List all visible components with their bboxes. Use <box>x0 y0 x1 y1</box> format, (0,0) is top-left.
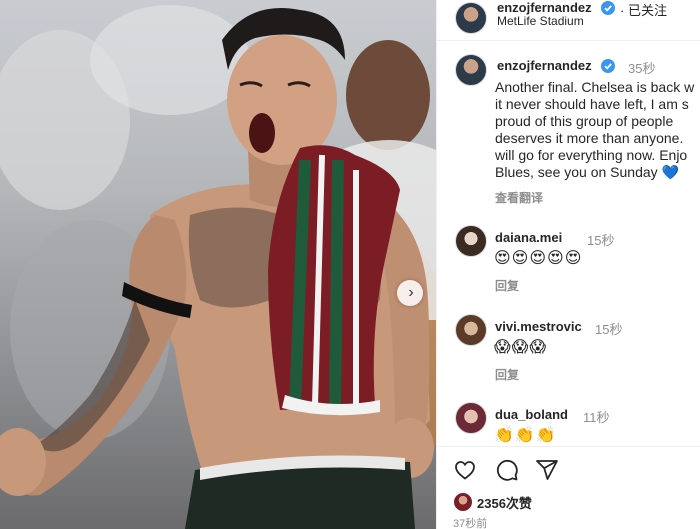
comment-username[interactable]: daiana.mei <box>495 230 562 245</box>
comment-text: 👏👏👏 <box>494 427 557 444</box>
comment-item: vivi.mestrovic 15秒 😱😱😱 回复 <box>437 314 700 384</box>
caption-line: will go for everything now. Enjo <box>495 147 688 163</box>
post-header: enzojfernandez · 已关注 MetLife Stadium <box>437 0 700 41</box>
comment-icon[interactable] <box>495 458 519 482</box>
comment-time: 15秒 <box>595 322 623 337</box>
caption-line: Blues, see you on Sunday <box>495 164 658 180</box>
reply-button[interactable]: 回复 <box>495 366 519 383</box>
comment-text: 😍😍😍😍😍 <box>494 250 583 267</box>
author-avatar[interactable] <box>455 2 487 34</box>
chevron-right-icon: › <box>408 284 414 301</box>
caption-line: proud of this group of people <box>495 113 674 129</box>
liker-avatar <box>453 492 473 512</box>
heart-icon[interactable] <box>453 458 477 482</box>
verified-badge-icon <box>601 1 615 15</box>
caption-line-last: Blues, see you on Sunday 💙 <box>495 164 700 181</box>
follow-status[interactable]: · 已关注 <box>620 0 667 19</box>
commenter-avatar[interactable] <box>455 314 487 346</box>
reply-button[interactable]: 回复 <box>495 277 519 294</box>
post-time-ago: 37秒前 <box>453 518 488 529</box>
caption-username[interactable]: enzojfernandez <box>497 58 592 73</box>
blue-heart-emoji: 💙 <box>661 164 679 180</box>
caption-text: Another final. Chelsea is back w it neve… <box>495 79 700 181</box>
author-username[interactable]: enzojfernandez <box>497 0 592 15</box>
caption-line: deserves it more than anyone. <box>495 130 684 146</box>
likes-count[interactable]: 2356次赞 <box>477 493 532 512</box>
player-illustration <box>0 5 436 529</box>
caption-time: 35秒 <box>628 61 656 76</box>
comment-time: 11秒 <box>583 410 610 425</box>
next-image-button[interactable]: › <box>397 280 423 306</box>
post-actions: 2356次赞 37秒前 <box>437 446 700 529</box>
comment-time: 15秒 <box>587 233 615 248</box>
commenter-avatar[interactable] <box>455 225 487 257</box>
verified-badge-icon <box>601 59 615 73</box>
share-icon[interactable] <box>535 458 559 482</box>
comment-item: daiana.mei 15秒 😍😍😍😍😍 回复 <box>437 225 700 295</box>
post-side-panel: enzojfernandez · 已关注 MetLife Stadium enz… <box>436 0 700 529</box>
caption-line: Another final. Chelsea is back w <box>495 79 695 95</box>
see-translation-link[interactable]: 查看翻译 <box>495 189 543 206</box>
caption-line: it never should have left, I am s <box>495 96 689 112</box>
post-photo: › <box>0 0 436 529</box>
comment-username[interactable]: dua_boland <box>495 407 568 422</box>
comment-text: 😱😱😱 <box>494 339 548 356</box>
post-location[interactable]: MetLife Stadium <box>497 14 584 28</box>
caption-avatar[interactable] <box>455 54 487 86</box>
commenter-avatar[interactable] <box>455 402 487 434</box>
comment-username[interactable]: vivi.mestrovic <box>495 319 582 334</box>
